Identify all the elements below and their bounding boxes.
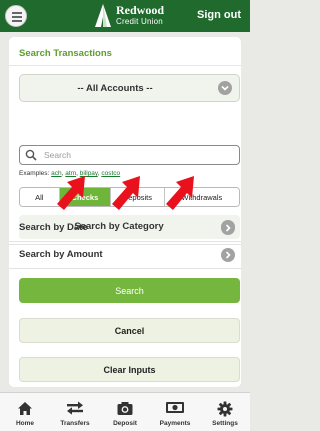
nav-deposit-label: Deposit bbox=[113, 420, 137, 427]
brand-logo-text: Redwood Credit Union bbox=[116, 3, 165, 27]
accounts-select[interactable]: -- All Accounts -- bbox=[19, 74, 240, 102]
chevron-right-icon bbox=[221, 248, 235, 262]
nav-payments-label: Payments bbox=[159, 420, 191, 427]
divider bbox=[9, 65, 241, 66]
brand-subtitle: Credit Union bbox=[116, 17, 163, 26]
nav-payments[interactable]: Payments bbox=[150, 393, 200, 431]
chevron-down-icon bbox=[218, 81, 232, 95]
search-by-amount-label: Search by Amount bbox=[19, 249, 103, 260]
gear-icon bbox=[217, 401, 233, 417]
filter-all-button[interactable]: All bbox=[20, 188, 60, 206]
home-icon bbox=[18, 402, 32, 415]
search-input[interactable] bbox=[44, 148, 234, 162]
nav-home-label: Home bbox=[15, 420, 35, 427]
nav-deposit[interactable]: Deposit bbox=[100, 393, 150, 431]
examples-prefix: Examples: bbox=[19, 170, 50, 177]
divider bbox=[9, 268, 241, 269]
transfer-arrows-icon bbox=[67, 401, 83, 415]
dollar-bill-icon bbox=[166, 402, 184, 413]
annotation-arrow-icon bbox=[166, 176, 194, 210]
page-title: Search Transactions bbox=[19, 48, 112, 59]
divider bbox=[9, 241, 241, 242]
nav-settings-label: Settings bbox=[212, 420, 238, 427]
cancel-button[interactable]: Cancel bbox=[19, 318, 240, 343]
search-button[interactable]: Search bbox=[19, 278, 240, 303]
app-header: Redwood Credit Union Sign out bbox=[0, 0, 250, 32]
clear-inputs-button[interactable]: Clear Inputs bbox=[19, 357, 240, 382]
annotation-arrow-icon bbox=[57, 176, 85, 210]
menu-icon[interactable] bbox=[5, 5, 27, 27]
search-by-amount-row[interactable]: Search by Amount bbox=[19, 245, 240, 265]
search-icon bbox=[25, 149, 37, 161]
bottom-nav: Home Transfers Deposit Payments Settings bbox=[0, 392, 250, 431]
search-by-date-row[interactable]: Search by Date bbox=[19, 218, 240, 238]
nav-transfers-label: Transfers bbox=[60, 420, 90, 427]
search-transactions-panel: Search Transactions -- All Accounts -- E… bbox=[9, 37, 241, 387]
sign-out-link[interactable]: Sign out bbox=[197, 9, 241, 21]
search-by-date-label: Search by Date bbox=[19, 222, 88, 233]
nav-transfers[interactable]: Transfers bbox=[50, 393, 100, 431]
nav-settings[interactable]: Settings bbox=[200, 393, 250, 431]
nav-home[interactable]: Home bbox=[0, 393, 50, 431]
chevron-right-icon bbox=[221, 221, 235, 235]
accounts-select-value: -- All Accounts -- bbox=[77, 83, 153, 94]
camera-icon bbox=[117, 402, 133, 415]
search-box bbox=[19, 145, 240, 165]
brand-name: Redwood bbox=[116, 3, 165, 17]
annotation-arrow-icon bbox=[112, 176, 140, 210]
redwood-tree-logo-icon bbox=[95, 4, 111, 27]
